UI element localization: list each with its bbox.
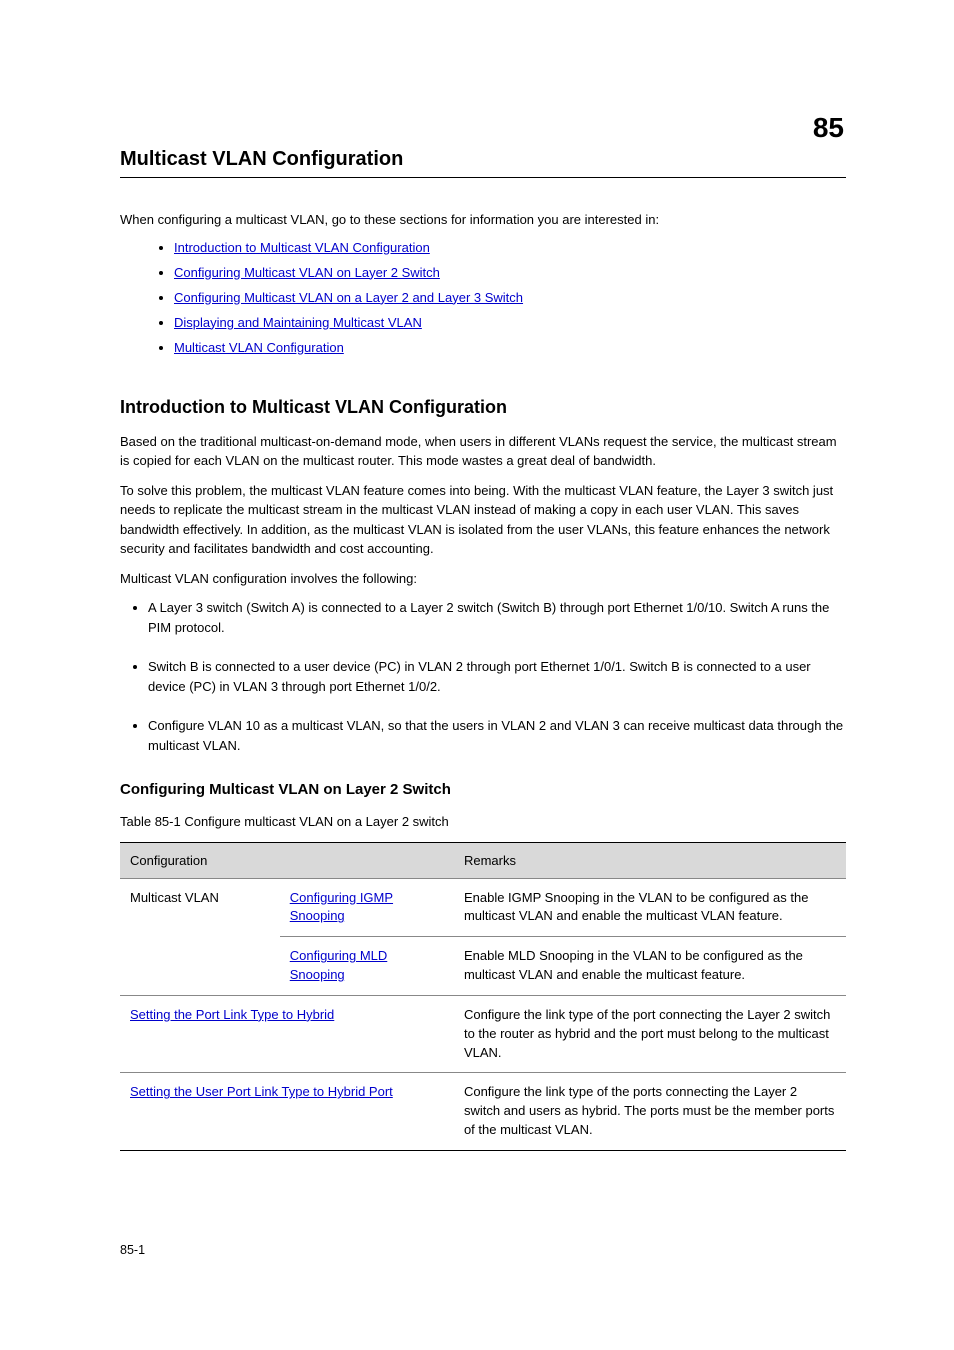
scenario-list: A Layer 3 switch (Switch A) is connected… [148, 598, 846, 755]
body-paragraph: Multicast VLAN configuration involves th… [120, 569, 846, 589]
table-link[interactable]: Configuring MLD Snooping [290, 948, 388, 982]
table-cell: Configure the link type of the ports con… [454, 1073, 846, 1151]
table-header-config: Configuration [120, 842, 454, 878]
page-footer: 85-1 [120, 1243, 846, 1257]
table-link[interactable]: Setting the User Port Link Type to Hybri… [130, 1084, 393, 1099]
table-cell: Multicast VLAN [120, 878, 280, 995]
title-rule [120, 177, 846, 178]
table-cell: Enable MLD Snooping in the VLAN to be co… [454, 937, 846, 996]
list-item: Configuring Multicast VLAN on a Layer 2 … [174, 290, 846, 305]
toc-list: Introduction to Multicast VLAN Configura… [174, 240, 846, 355]
intro-paragraph: When configuring a multicast VLAN, go to… [120, 210, 846, 230]
chapter-title: Multicast VLAN Configuration [120, 148, 846, 171]
section-heading-layer2: Configuring Multicast VLAN on Layer 2 Sw… [120, 781, 846, 798]
toc-link[interactable]: Multicast VLAN Configuration [174, 340, 344, 355]
table-cell: Enable IGMP Snooping in the VLAN to be c… [454, 878, 846, 937]
chapter-number: 85 [120, 112, 846, 144]
table-header-remarks: Remarks [454, 842, 846, 878]
toc-link[interactable]: Displaying and Maintaining Multicast VLA… [174, 315, 422, 330]
toc-link[interactable]: Configuring Multicast VLAN on a Layer 2 … [174, 290, 523, 305]
list-item: Multicast VLAN Configuration [174, 340, 846, 355]
table-link[interactable]: Configuring IGMP Snooping [290, 890, 393, 924]
list-item: Configuring Multicast VLAN on Layer 2 Sw… [174, 265, 846, 280]
table-cell: Configuring IGMP Snooping [280, 878, 454, 937]
table-cell: Setting the User Port Link Type to Hybri… [120, 1073, 454, 1151]
body-paragraph: To solve this problem, the multicast VLA… [120, 481, 846, 559]
list-item: Configure VLAN 10 as a multicast VLAN, s… [148, 716, 846, 755]
table-link[interactable]: Setting the Port Link Type to Hybrid [130, 1007, 334, 1022]
body-paragraph: Based on the traditional multicast-on-de… [120, 432, 846, 471]
list-item: Displaying and Maintaining Multicast VLA… [174, 315, 846, 330]
table-cell: Configure the link type of the port conn… [454, 995, 846, 1073]
list-item: Introduction to Multicast VLAN Configura… [174, 240, 846, 255]
list-item: Switch B is connected to a user device (… [148, 657, 846, 696]
config-table: Configuration Remarks Multicast VLAN Con… [120, 842, 846, 1151]
table-cell: Setting the Port Link Type to Hybrid [120, 995, 454, 1073]
table-caption: Table 85-1 Configure multicast VLAN on a… [120, 812, 846, 832]
list-item: A Layer 3 switch (Switch A) is connected… [148, 598, 846, 637]
section-heading-intro: Introduction to Multicast VLAN Configura… [120, 397, 846, 418]
toc-link[interactable]: Configuring Multicast VLAN on Layer 2 Sw… [174, 265, 440, 280]
toc-link[interactable]: Introduction to Multicast VLAN Configura… [174, 240, 430, 255]
table-cell: Configuring MLD Snooping [280, 937, 454, 996]
